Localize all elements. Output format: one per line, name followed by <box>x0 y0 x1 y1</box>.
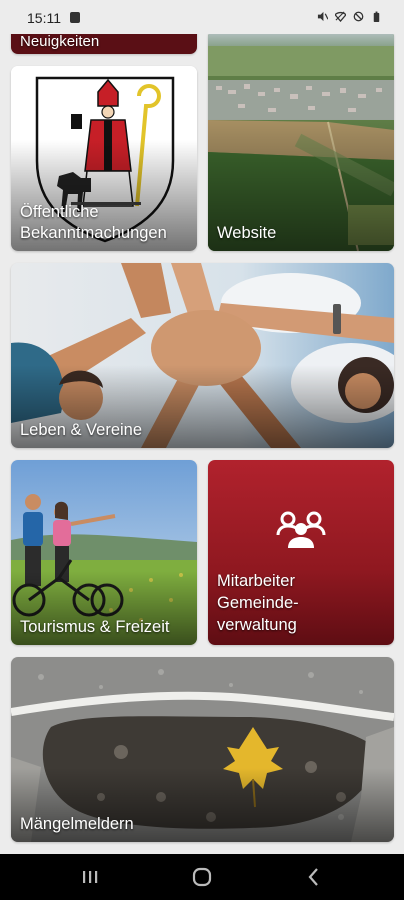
wifi-icon <box>335 11 346 22</box>
tile-mitarbeiter[interactable]: Mitarbeiter Gemeinde-verwaltung <box>208 460 394 645</box>
tile-mitarbeiter-label: Mitarbeiter Gemeinde-verwaltung <box>217 572 299 634</box>
home-icon[interactable] <box>191 866 213 888</box>
people-group-icon <box>276 511 326 548</box>
tile-tourismus-freizeit[interactable]: Tourismus & Freizeit <box>11 460 197 645</box>
notification-icon <box>70 12 80 23</box>
dnd-icon <box>353 11 364 22</box>
tile-leben-label: Leben & Vereine <box>20 421 143 439</box>
status-bar: 15:11 <box>0 0 404 34</box>
tile-leben-vereine[interactable]: Leben & Vereine <box>11 263 394 448</box>
tile-grid: Neuigkeiten Öffentliche Bekanntmachungen <box>0 34 404 854</box>
recent-apps-icon[interactable] <box>79 866 101 888</box>
tile-website[interactable]: Website <box>208 34 394 251</box>
mute-icon <box>317 11 328 22</box>
tile-website-label: Website <box>217 224 277 242</box>
tile-tourismus-label: Tourismus & Freizeit <box>20 618 170 636</box>
tile-bekanntmachungen-label: Öffentliche Bekanntmachungen <box>20 203 167 242</box>
tile-maengel[interactable]: Mängelmeldern <box>11 657 394 842</box>
tile-maengel-label: Mängelmeldern <box>20 815 134 833</box>
back-icon[interactable] <box>303 866 325 888</box>
tile-news-label: Neuigkeiten <box>20 34 100 50</box>
tile-bekanntmachungen[interactable]: Öffentliche Bekanntmachungen <box>11 66 197 251</box>
tile-news[interactable]: Neuigkeiten <box>11 34 197 54</box>
status-time: 15:11 <box>27 10 61 26</box>
battery-icon <box>373 11 380 22</box>
status-icons <box>317 11 382 22</box>
navigation-bar <box>0 854 404 900</box>
